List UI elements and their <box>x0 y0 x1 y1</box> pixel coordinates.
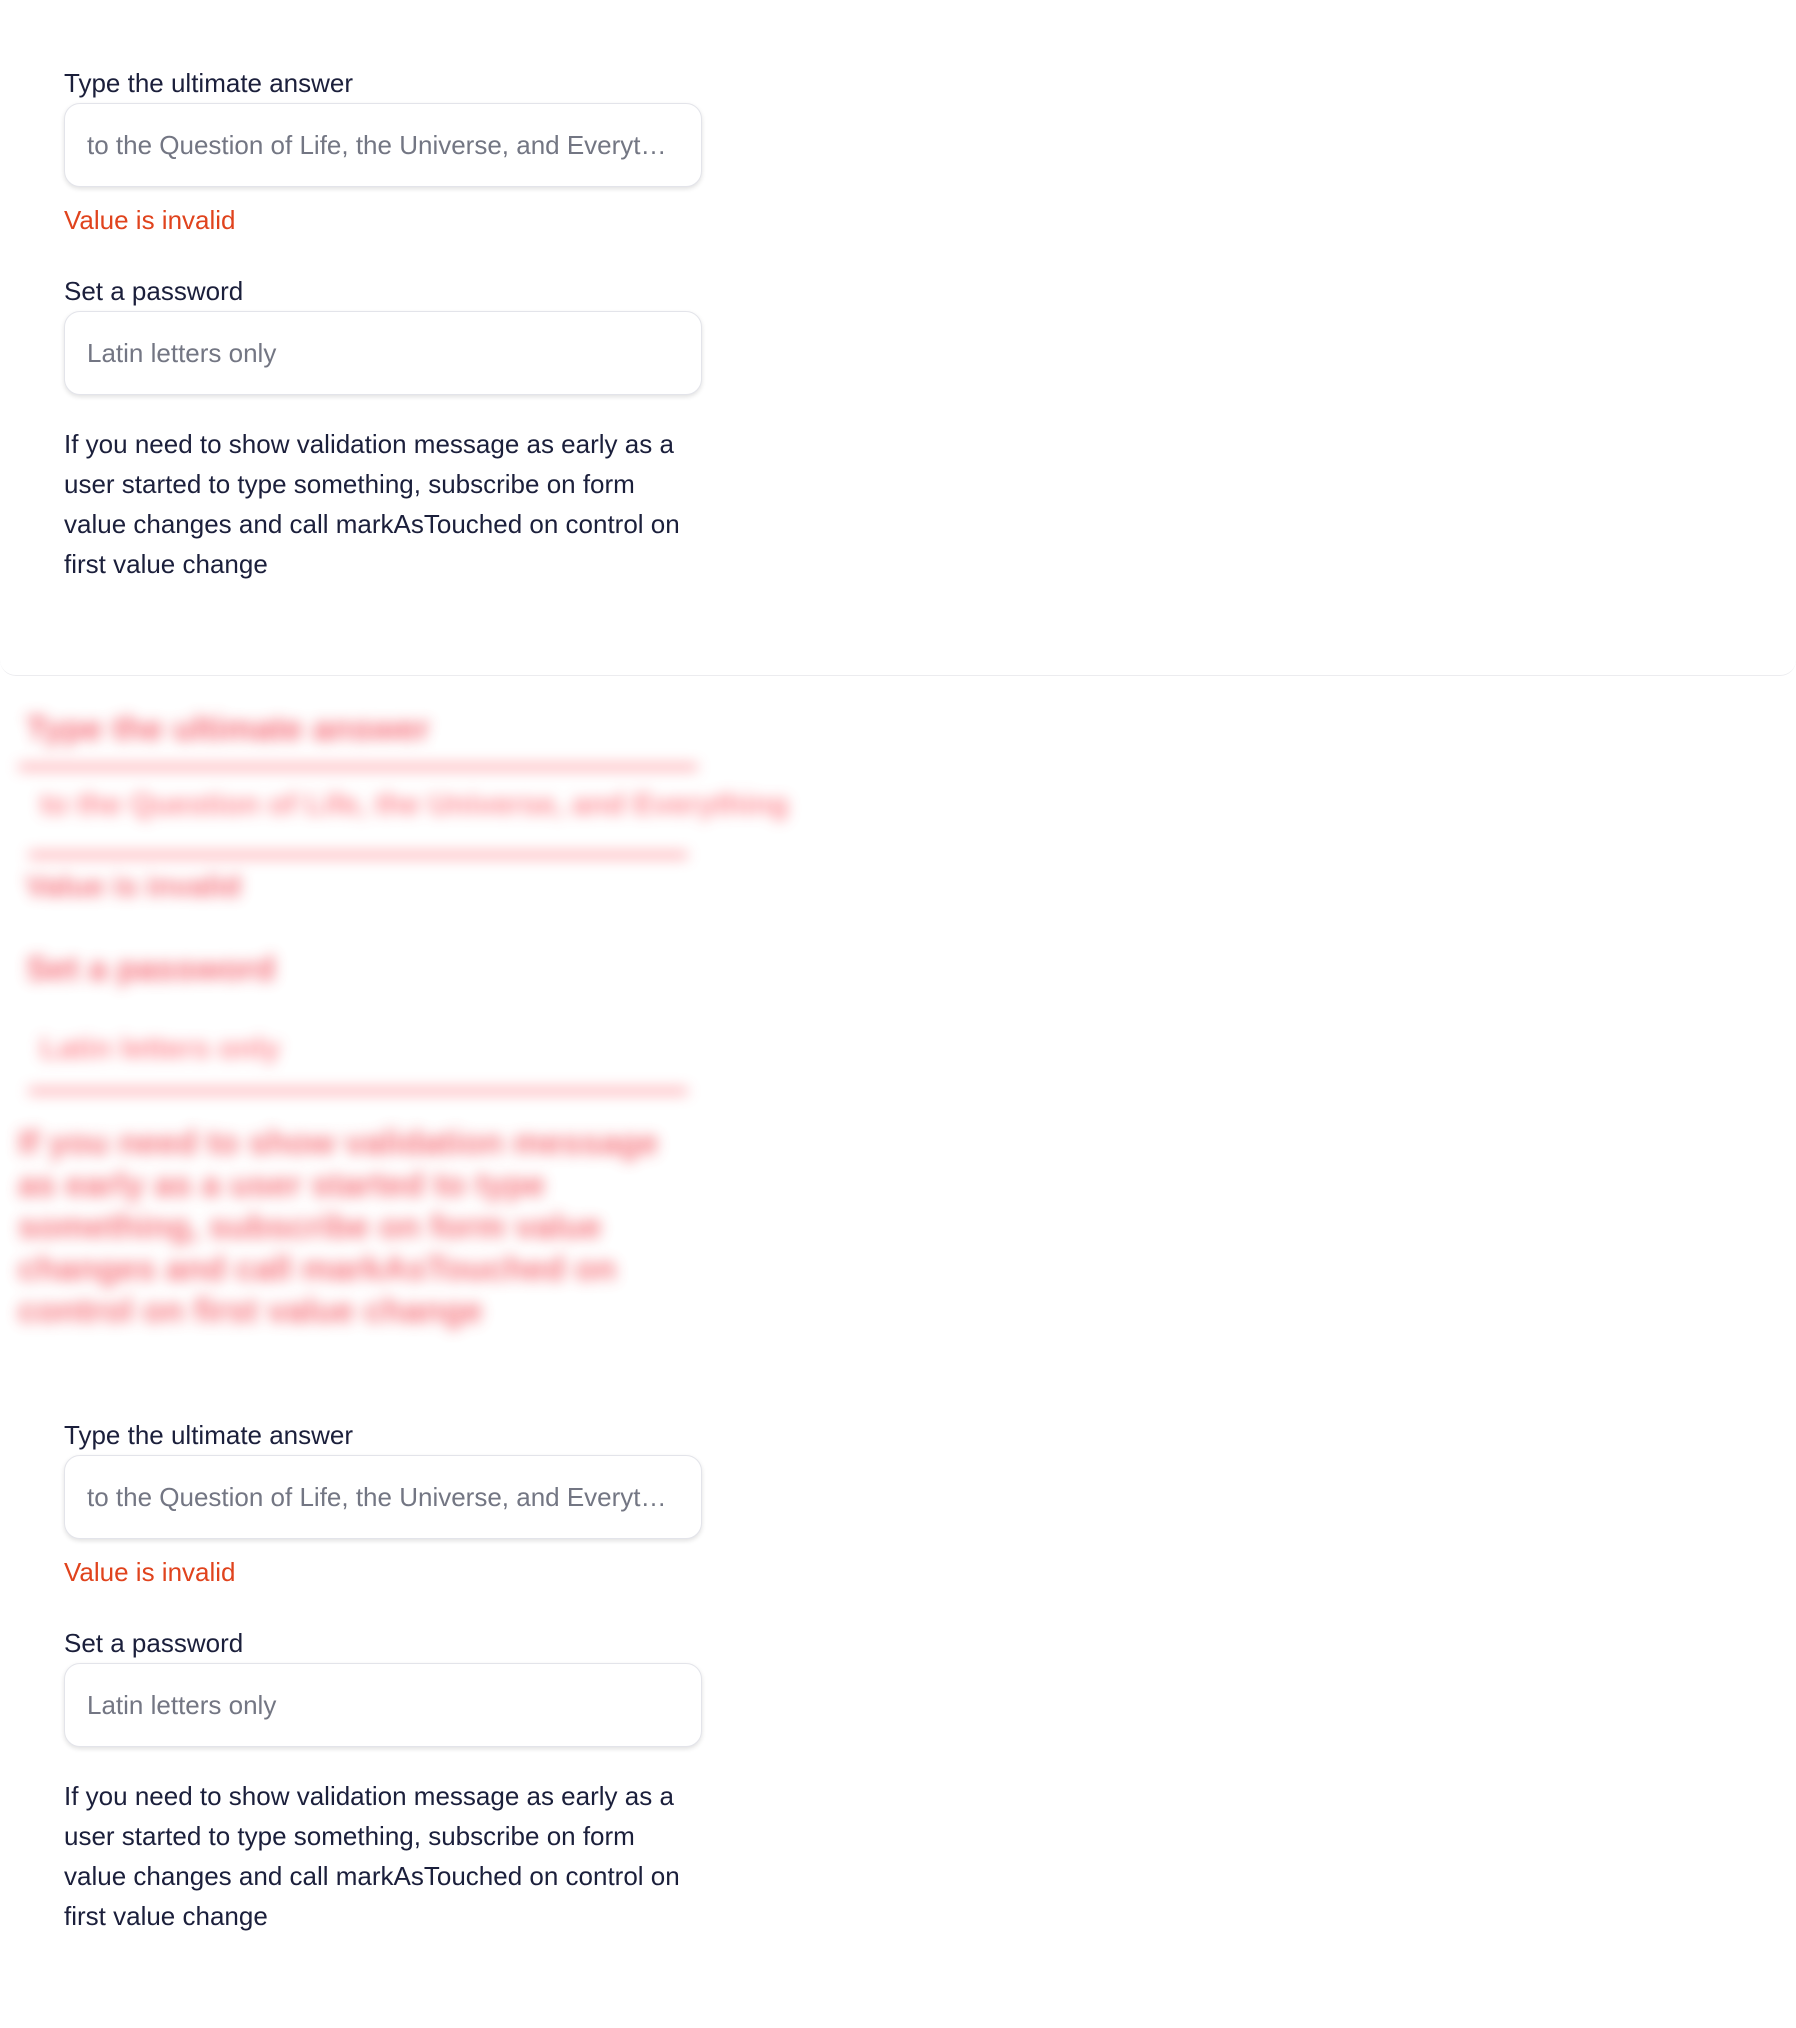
example-panel-bottom: Type the ultimate answer Value is invali… <box>0 1396 1796 2028</box>
blurred-password-bottom-border <box>28 1088 688 1094</box>
blurred-form-preview: Type the ultimate answer to the Question… <box>18 692 788 1330</box>
password-field[interactable] <box>64 1663 702 1747</box>
example-panel-top: Type the ultimate answer Value is invali… <box>0 0 1796 676</box>
password-field-label: Set a password <box>64 1628 244 1658</box>
blurred-field-top-border <box>18 764 698 770</box>
answer-error-message: Value is invalid <box>64 1557 236 1587</box>
answer-input[interactable] <box>87 1456 679 1538</box>
blurred-hint: If you need to show validation message a… <box>18 1124 659 1330</box>
blurred-answer-label: Type the ultimate answer <box>26 710 430 748</box>
answer-field-label: Type the ultimate answer <box>64 68 354 98</box>
blurred-answer-placeholder: to the Question of Life, the Universe, a… <box>40 788 789 821</box>
password-input[interactable] <box>87 312 679 394</box>
hint-text: If you need to show validation message a… <box>64 429 680 579</box>
blurred-password-label: Set a password <box>26 950 276 988</box>
password-field-label: Set a password <box>64 276 244 306</box>
answer-field-label: Type the ultimate answer <box>64 1420 354 1450</box>
password-input[interactable] <box>87 1664 679 1746</box>
blurred-field-bottom-border <box>28 852 688 858</box>
answer-field[interactable] <box>64 103 702 187</box>
blurred-password-placeholder: Latin letters only <box>40 1032 281 1065</box>
answer-input[interactable] <box>87 104 679 186</box>
blurred-example-panel: Type the ultimate answer to the Question… <box>0 676 1796 1396</box>
answer-error-message: Value is invalid <box>64 205 236 235</box>
blurred-error: Value is invalid <box>26 870 242 903</box>
answer-field[interactable] <box>64 1455 702 1539</box>
hint-text: If you need to show validation message a… <box>64 1781 680 1931</box>
password-field[interactable] <box>64 311 702 395</box>
